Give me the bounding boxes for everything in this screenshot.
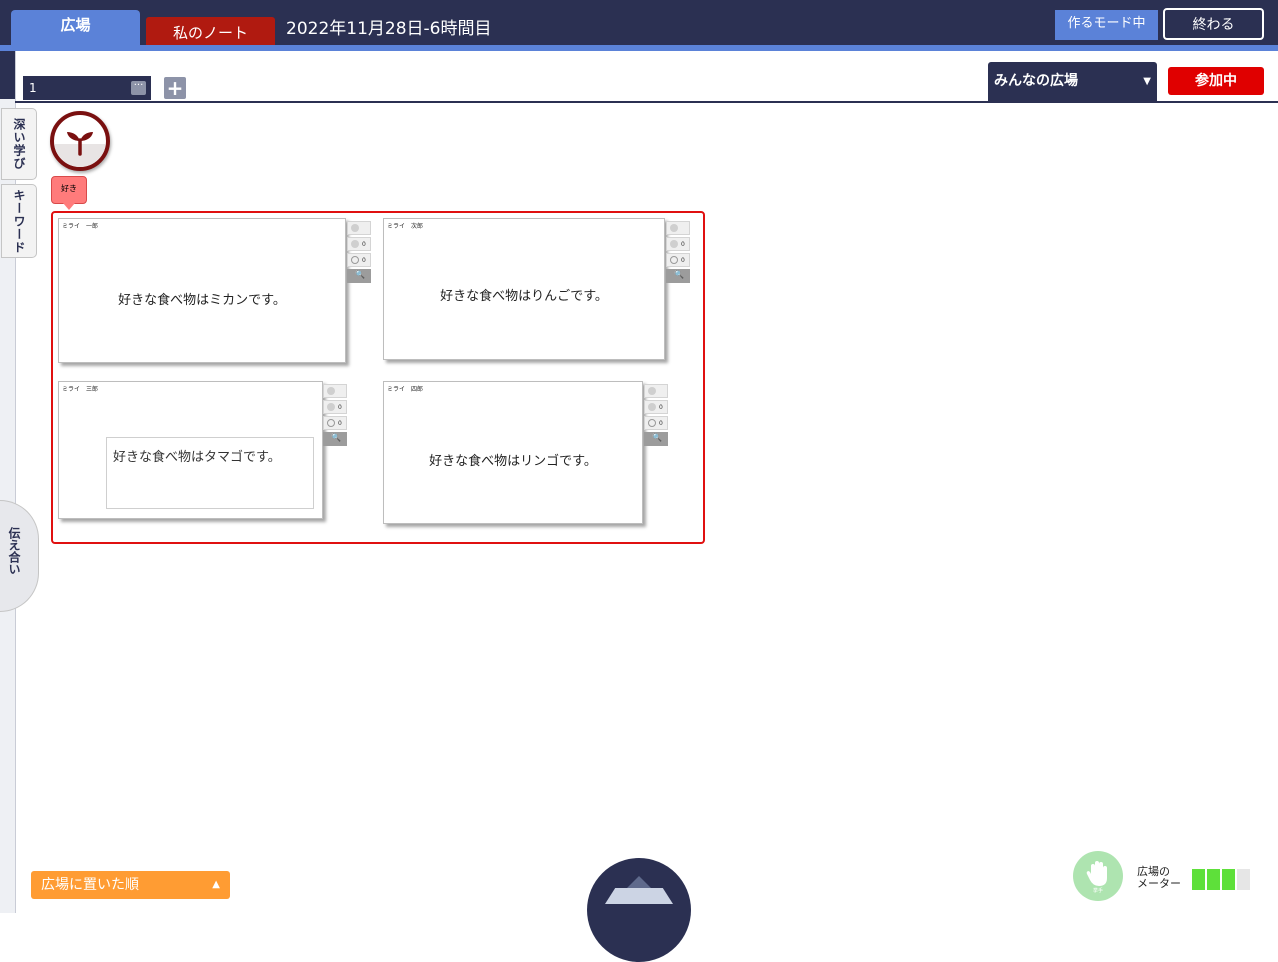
people-icon (670, 240, 678, 248)
sort-order-button[interactable]: 広場に置いた順 ▲ (31, 871, 230, 899)
keyword-button[interactable]: 🔍 (644, 432, 668, 446)
add-page-button[interactable]: + (164, 77, 186, 99)
people-icon (351, 240, 359, 248)
people-icon (648, 403, 656, 411)
like-button[interactable] (666, 221, 690, 235)
sort-order-label: 広場に置いた順 (41, 877, 139, 893)
like-icon (327, 387, 335, 395)
comment-icon (648, 419, 656, 427)
card-author: ミライ 四郎 (387, 386, 424, 393)
left-rail-top (0, 51, 15, 99)
reaction-count[interactable]: 0 (644, 400, 668, 414)
sprout-icon[interactable] (50, 111, 110, 171)
people-icon (327, 403, 335, 411)
like-button[interactable] (644, 384, 668, 398)
card-tools: 0 0 🔍 (644, 384, 668, 448)
left-rail (0, 51, 16, 913)
like-button[interactable] (323, 384, 347, 398)
card-text: 好きな食べ物はミカンです。 (118, 293, 286, 308)
chevron-up-icon: ▲ (212, 879, 220, 890)
reaction-count[interactable]: 0 (347, 237, 371, 251)
opinion-card[interactable]: ミライ 四郎 好きな食べ物はリンゴです。 (383, 381, 643, 524)
space-select-value: みんなの広場 (994, 73, 1078, 89)
tab-my-note[interactable]: 私のノート (146, 17, 275, 45)
top-bar-accent-line (0, 45, 1278, 51)
sidebar-tab-communicate-label: 伝え合い (7, 527, 21, 575)
card-text: 好きな食べ物はタマゴです。 (113, 450, 281, 465)
card-text: 好きな食べ物はりんごです。 (440, 289, 608, 304)
meter-label-line2: メーター (1137, 877, 1181, 890)
comment-count[interactable]: 0 (644, 416, 668, 430)
comment-count[interactable]: 0 (666, 253, 690, 267)
card-author: ミライ 一郎 (62, 223, 99, 230)
comment-icon (351, 256, 359, 264)
opinion-card[interactable]: ミライ 一郎 好きな食べ物はミカンです。 (58, 218, 346, 363)
meter-segment (1222, 869, 1235, 890)
tab-hiroba[interactable]: 広場 (11, 10, 140, 47)
board-divider (15, 101, 1278, 103)
sidebar-tab-deep-learning[interactable]: 深い学び (1, 108, 37, 180)
comment-count[interactable]: 0 (323, 416, 347, 430)
page-tab-more-button[interactable]: ··· (131, 81, 146, 95)
reaction-count[interactable]: 0 (323, 400, 347, 414)
keyword-button[interactable]: 🔍 (666, 269, 690, 283)
card-author: ミライ 次郎 (387, 223, 424, 230)
page-tab[interactable]: 1 ··· (23, 76, 151, 100)
create-mode-button[interactable]: 作るモード中 (1055, 10, 1158, 40)
opinion-card[interactable]: ミライ 三郎 好きな食べ物はタマゴです。 (58, 381, 323, 519)
like-icon (648, 387, 656, 395)
like-button[interactable] (347, 221, 371, 235)
sidebar-tab-keyword[interactable]: キーワード (1, 184, 37, 258)
raise-hand-icon[interactable]: 挙手 (1073, 851, 1123, 901)
opinion-card[interactable]: ミライ 次郎 好きな食べ物はりんごです。 (383, 218, 665, 360)
meter-segment (1192, 869, 1205, 890)
keyword-icon: 🔍 (331, 433, 341, 442)
chevron-down-icon: ▼ (1143, 76, 1151, 87)
meter-segment (1237, 869, 1250, 890)
session-title: 2022年11月28日-6時間目 (286, 19, 492, 39)
card-author: ミライ 三郎 (62, 386, 99, 393)
comment-count[interactable]: 0 (347, 253, 371, 267)
group-tag[interactable]: 好き (51, 176, 87, 210)
end-button[interactable]: 終わる (1163, 8, 1264, 40)
reaction-count[interactable]: 0 (666, 237, 690, 251)
join-button[interactable]: 参加中 (1168, 67, 1264, 95)
page-tab-label: 1 (29, 81, 37, 95)
keyword-icon: 🔍 (674, 270, 684, 279)
keyword-button[interactable]: 🔍 (347, 269, 371, 283)
raise-hand-label: 挙手 (1092, 888, 1103, 894)
space-select[interactable]: みんなの広場 ▼ (988, 62, 1157, 101)
like-icon (351, 224, 359, 232)
meter-segment (1207, 869, 1220, 890)
sidebar-tab-communicate[interactable]: 伝え合い (0, 500, 39, 612)
card-tools: 0 0 🔍 (347, 221, 371, 285)
upload-tray-icon[interactable] (587, 858, 691, 962)
like-icon (670, 224, 678, 232)
comment-icon (670, 256, 678, 264)
comment-icon (327, 419, 335, 427)
keyword-button[interactable]: 🔍 (323, 432, 347, 446)
keyword-icon: 🔍 (652, 433, 662, 442)
meter-label: 広場の メーター (1137, 866, 1181, 890)
card-tools: 0 0 🔍 (323, 384, 347, 448)
card-text: 好きな食べ物はリンゴです。 (429, 454, 597, 469)
card-tools: 0 0 🔍 (666, 221, 690, 285)
keyword-icon: 🔍 (355, 270, 365, 279)
card-text-box: 好きな食べ物はタマゴです。 (106, 437, 314, 509)
